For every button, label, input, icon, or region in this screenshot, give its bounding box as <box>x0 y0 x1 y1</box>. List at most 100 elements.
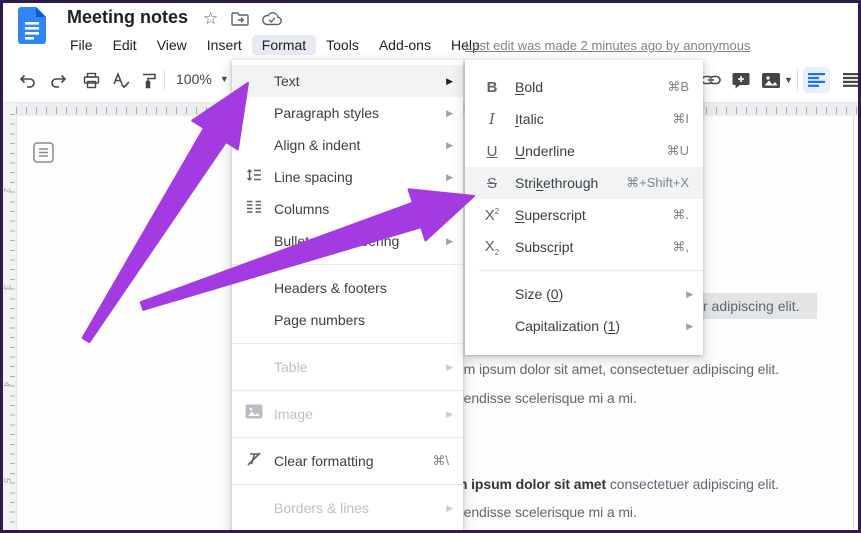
menu-insert[interactable]: Insert <box>197 35 252 55</box>
menu-tools[interactable]: Tools <box>316 35 369 55</box>
zoom-value: 100% <box>176 71 212 87</box>
vertical-ruler[interactable]: 2 3 4 5 <box>0 102 16 533</box>
underline-icon: U <box>479 143 505 160</box>
submenu-item-superscript[interactable]: X2 Superscript ⌘. <box>465 199 703 231</box>
zoom-control[interactable]: 100% ▼ <box>176 71 229 87</box>
columns-icon <box>242 200 266 219</box>
submenu-item-bold[interactable]: B Bold ⌘B <box>465 71 703 103</box>
line-spacing-icon <box>242 167 266 188</box>
format-menu-item-columns[interactable]: Columns <box>232 193 463 225</box>
paint-format-icon[interactable] <box>138 70 160 90</box>
format-menu-item-text[interactable]: Text ▶ <box>232 65 463 97</box>
undo-icon[interactable] <box>16 70 38 90</box>
selected-text[interactable]: r adipiscing elit. <box>688 293 817 319</box>
ruler-number: 5 <box>2 478 12 488</box>
submenu-item-italic[interactable]: I Italic ⌘I <box>465 103 703 135</box>
submenu-arrow-icon: ▶ <box>446 409 453 420</box>
submenu-arrow-icon: ▶ <box>446 172 453 183</box>
add-comment-icon[interactable] <box>730 70 752 90</box>
ruler-ticks <box>10 114 15 533</box>
ruler-number: 4 <box>2 382 12 392</box>
format-menu-item-bullets-numbering[interactable]: Bullets & numbering ▶ <box>232 225 463 257</box>
print-icon[interactable] <box>80 70 102 90</box>
format-menu-item-headers-footers[interactable]: Headers & footers <box>232 272 463 304</box>
submenu-arrow-icon: ▶ <box>686 289 693 300</box>
format-menu-item-clear-formatting[interactable]: Clear formatting ⌘\ <box>232 445 463 477</box>
ruler-number: 3 <box>2 285 12 295</box>
google-docs-logo[interactable] <box>18 7 46 44</box>
star-icon[interactable]: ☆ <box>203 9 218 29</box>
doc-text-line[interactable]: pendisse scelerisque mi a mi. <box>456 390 637 406</box>
menubar: File Edit View Insert Format Tools Add-o… <box>60 33 490 57</box>
submenu-item-subscript[interactable]: X2 Subscript ⌘, <box>465 231 703 263</box>
menu-divider <box>232 343 463 344</box>
submenu-arrow-icon: ▶ <box>446 76 453 87</box>
format-menu-item-line-spacing[interactable]: Line spacing ▶ <box>232 161 463 193</box>
header-bar: Meeting notes ☆ File Edit View Insert Fo… <box>0 0 861 58</box>
ruler-number: 2 <box>2 188 12 198</box>
move-folder-icon[interactable] <box>231 12 249 26</box>
shortcut-label: ⌘, <box>672 239 689 255</box>
cloud-saved-icon[interactable] <box>262 12 282 26</box>
submenu-arrow-icon: ▶ <box>446 236 453 247</box>
submenu-arrow-icon: ▶ <box>446 503 453 514</box>
menu-divider <box>232 264 463 265</box>
submenu-arrow-icon: ▶ <box>686 321 693 332</box>
redo-icon[interactable] <box>48 70 70 90</box>
doc-text-line[interactable]: m ipsum dolor sit amet consectetuer adip… <box>455 476 779 492</box>
format-menu-item-paragraph-styles[interactable]: Paragraph styles ▶ <box>232 97 463 129</box>
last-edit-link[interactable]: Last edit was made 2 minutes ago by anon… <box>465 38 750 53</box>
submenu-item-strikethrough[interactable]: S Strikethrough ⌘+Shift+X <box>465 167 703 199</box>
align-justify-icon[interactable] <box>840 70 861 90</box>
menu-file[interactable]: File <box>60 35 103 55</box>
shortcut-label: ⌘+Shift+X <box>626 175 689 191</box>
image-icon <box>242 404 266 424</box>
submenu-arrow-icon: ▶ <box>446 108 453 119</box>
image-dropdown-caret-icon[interactable]: ▼ <box>784 75 793 85</box>
submenu-arrow-icon: ▶ <box>446 140 453 151</box>
shortcut-label: ⌘B <box>667 79 689 95</box>
menu-view[interactable]: View <box>147 35 197 55</box>
format-menu: Text ▶ Paragraph styles ▶ Align & indent… <box>232 60 463 533</box>
text-submenu: B Bold ⌘B I Italic ⌘I U Underline ⌘U S S… <box>465 60 703 355</box>
submenu-item-size[interactable]: Size (0) ▶ <box>465 278 703 310</box>
submenu-item-underline[interactable]: U Underline ⌘U <box>465 135 703 167</box>
format-menu-item-table: Table ▶ <box>232 351 463 383</box>
menu-divider <box>232 484 463 485</box>
doc-text-line[interactable]: pendisse scelerisque mi a mi. <box>456 504 637 520</box>
shortcut-label: ⌘U <box>667 143 689 159</box>
shortcut-label: ⌘I <box>672 111 689 127</box>
format-menu-item-borders-lines: Borders & lines ▶ <box>232 492 463 524</box>
doc-text-line[interactable]: em ipsum dolor sit amet, consectetuer ad… <box>456 361 779 377</box>
submenu-item-capitalization[interactable]: Capitalization (1) ▶ <box>465 310 703 342</box>
menu-addons[interactable]: Add-ons <box>369 35 441 55</box>
shortcut-label: ⌘. <box>672 207 689 223</box>
superscript-icon: X2 <box>479 207 505 224</box>
italic-icon: I <box>479 110 505 128</box>
document-title[interactable]: Meeting notes <box>67 7 188 28</box>
subscript-icon: X2 <box>479 238 505 257</box>
insert-image-icon[interactable] <box>760 70 782 90</box>
format-menu-item-align-indent[interactable]: Align & indent ▶ <box>232 129 463 161</box>
title-actions: ☆ <box>203 9 282 29</box>
toolbar-divider <box>797 70 798 90</box>
strikethrough-icon: S <box>479 175 505 192</box>
format-menu-item-page-numbers[interactable]: Page numbers <box>232 304 463 336</box>
menu-edit[interactable]: Edit <box>103 35 147 55</box>
toolbar-divider <box>164 70 165 90</box>
submenu-arrow-icon: ▶ <box>446 362 453 373</box>
menu-divider <box>479 270 703 271</box>
menu-divider <box>232 437 463 438</box>
format-menu-item-image: Image ▶ <box>232 398 463 430</box>
google-docs-window: Meeting notes ☆ File Edit View Insert Fo… <box>0 0 861 533</box>
menu-divider <box>232 390 463 391</box>
insert-link-icon[interactable] <box>700 70 722 90</box>
align-left-icon <box>808 73 825 87</box>
align-left-button[interactable] <box>803 67 830 93</box>
spellcheck-icon[interactable] <box>110 70 132 90</box>
document-outline-icon[interactable] <box>33 142 54 163</box>
clear-formatting-icon <box>242 451 266 472</box>
shortcut-label: ⌘\ <box>432 453 449 469</box>
menu-format[interactable]: Format <box>252 35 316 55</box>
bold-icon: B <box>479 79 505 96</box>
